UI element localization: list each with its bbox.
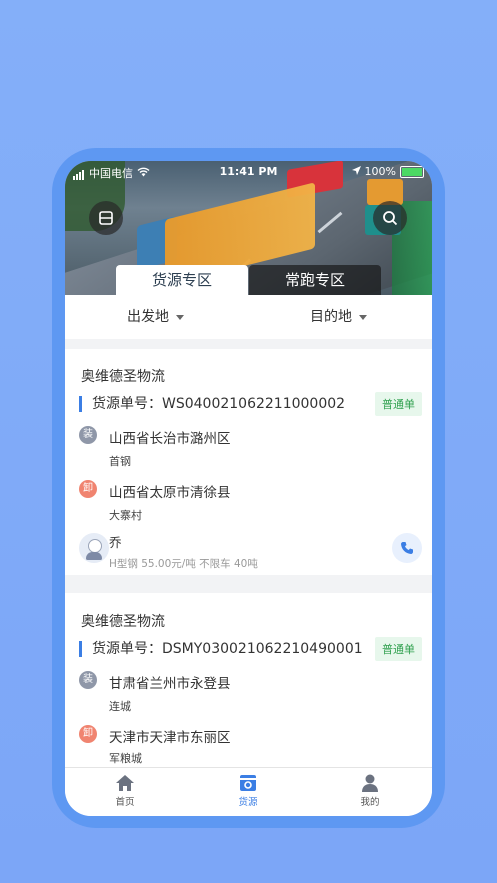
nav-home[interactable]: 首页 bbox=[85, 774, 165, 808]
nav-cargo[interactable]: 货源 bbox=[208, 774, 288, 808]
location-icon bbox=[351, 165, 361, 178]
unload-tag: 卸 bbox=[79, 480, 97, 498]
scan-button[interactable] bbox=[89, 201, 123, 235]
call-button[interactable] bbox=[392, 533, 422, 563]
order-number: 货源单号：DSMY030021062210490001 bbox=[79, 641, 363, 657]
origin-filter-label: 出发地 bbox=[127, 309, 169, 325]
unload-detail: 军粮城 bbox=[109, 752, 142, 765]
order-label: 货源单号： bbox=[92, 641, 162, 657]
search-icon bbox=[383, 211, 398, 226]
order-value: WS040021062211000002 bbox=[162, 396, 346, 412]
unload-address: 天津市天津市东丽区 bbox=[109, 730, 231, 746]
cargo-card[interactable]: 奥维德圣物流 货源单号：WS040021062211000002 普通单 装 山… bbox=[65, 349, 432, 575]
order-label: 货源单号： bbox=[92, 396, 162, 412]
user-icon bbox=[362, 774, 378, 792]
nav-mine[interactable]: 我的 bbox=[330, 774, 410, 808]
order-type-badge: 普通单 bbox=[375, 637, 422, 661]
origin-filter[interactable]: 出发地 bbox=[127, 295, 184, 339]
load-address: 山西省长治市潞州区 bbox=[109, 431, 231, 447]
home-icon bbox=[116, 775, 134, 791]
order-number: 货源单号：WS040021062211000002 bbox=[79, 396, 345, 412]
cargo-card[interactable]: 奥维德圣物流 货源单号：DSMY030021062210490001 普通单 装… bbox=[65, 593, 432, 767]
scan-icon bbox=[99, 211, 113, 225]
avatar bbox=[79, 533, 109, 563]
nav-home-label: 首页 bbox=[115, 797, 135, 808]
chevron-down-icon bbox=[176, 314, 184, 320]
unload-tag: 卸 bbox=[79, 725, 97, 743]
app-screen: 中国电信 11:41 PM 100% 货源专区 常跑专区 出发地 目的地 奥维德… bbox=[65, 161, 432, 816]
unload-detail: 大寨村 bbox=[109, 509, 142, 522]
load-address: 甘肃省兰州市永登县 bbox=[109, 676, 231, 692]
tab-cargo-zone[interactable]: 货源专区 bbox=[116, 265, 248, 295]
load-detail: 首钢 bbox=[109, 455, 131, 468]
battery-icon bbox=[400, 165, 424, 178]
load-detail: 连城 bbox=[109, 700, 131, 713]
cargo-detail: H型钢 55.00元/吨 不限车 40吨 bbox=[109, 558, 258, 570]
company-name: 奥维德圣物流 bbox=[81, 369, 165, 385]
load-tag: 装 bbox=[79, 671, 97, 689]
order-type-badge: 普通单 bbox=[375, 392, 422, 416]
company-name: 奥维德圣物流 bbox=[81, 614, 165, 630]
status-bar: 中国电信 11:41 PM 100% bbox=[65, 161, 432, 183]
contact-name: 乔 bbox=[109, 535, 122, 550]
tab-regular-route[interactable]: 常跑专区 bbox=[249, 265, 381, 295]
chevron-down-icon bbox=[359, 314, 367, 320]
nav-cargo-label: 货源 bbox=[238, 797, 258, 808]
search-button[interactable] bbox=[373, 201, 407, 235]
battery-percent: 100% bbox=[364, 165, 396, 178]
nav-mine-label: 我的 bbox=[360, 797, 380, 808]
load-tag: 装 bbox=[79, 426, 97, 444]
cargo-icon bbox=[240, 775, 256, 791]
destination-filter[interactable]: 目的地 bbox=[310, 295, 367, 339]
bottom-nav: 首页 货源 我的 bbox=[65, 767, 432, 816]
destination-filter-label: 目的地 bbox=[310, 309, 352, 325]
tab-bar: 货源专区 常跑专区 bbox=[65, 265, 432, 295]
order-value: DSMY030021062210490001 bbox=[162, 641, 363, 657]
filter-bar: 出发地 目的地 bbox=[65, 295, 432, 339]
phone-icon bbox=[401, 542, 413, 554]
unload-address: 山西省太原市清徐县 bbox=[109, 485, 231, 501]
hero-banner: 中国电信 11:41 PM 100% 货源专区 常跑专区 bbox=[65, 161, 432, 295]
